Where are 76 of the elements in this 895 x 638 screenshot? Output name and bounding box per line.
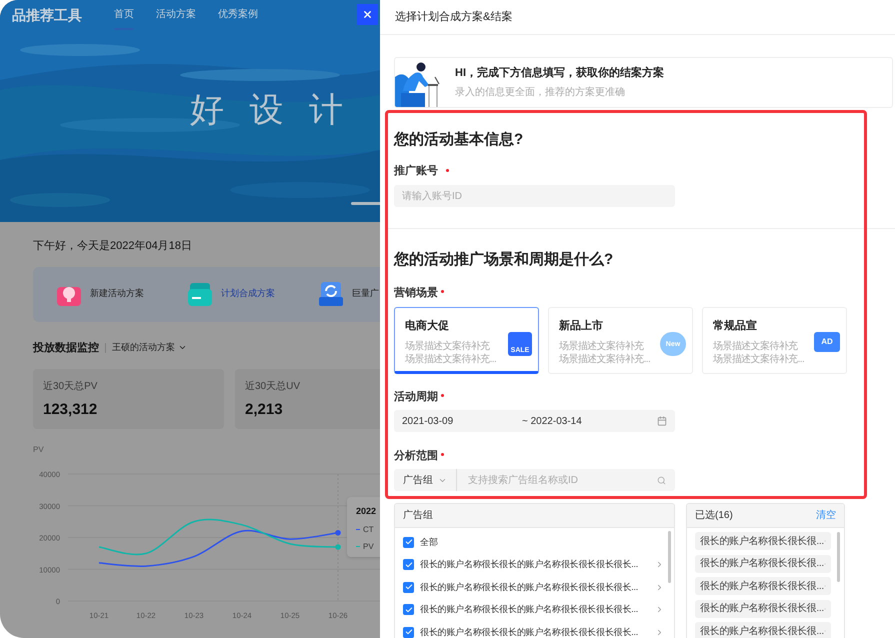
checkbox[interactable] [403,559,414,570]
banner-title: HI，完成下方信息填写，获取你的结案方案 [455,65,664,82]
scene-title: 常规品宣 [713,318,758,334]
scroll-thumb[interactable] [837,532,840,582]
range-type-select[interactable]: 广告组 [394,469,457,491]
item-label: 很长的账户名称很长很长的账户名称很长很长很长很长... [420,626,640,638]
checkbox[interactable] [403,604,414,616]
panel-title: 已选(16) [695,508,733,523]
field-label: 分析范围 [394,448,438,464]
section-title: 投放数据监控 [33,340,99,356]
selected-tag: 很长的账户名称很长很长很... [695,600,831,618]
scene-description: 场景描述文案待补充... [559,352,652,366]
calendar-icon [657,416,667,426]
greeting-text: 下午好，今天是2022年04月18日 [33,239,193,254]
field-label: 推广账号 [394,164,438,179]
item-label: 很长的账户名称很长很长的账户名称很长很长很长很长... [420,603,640,616]
range-search-field[interactable]: 支持搜索广告组名称或ID [457,469,675,491]
stat-label: 近30天总UV [245,380,302,394]
checkbox[interactable] [403,626,414,638]
field-label: 活动周期 [394,390,438,405]
account-input[interactable]: 请输入账号ID [394,185,675,207]
nav-tab[interactable]: 优秀案例 [218,0,258,30]
list-item[interactable]: 很长的账户名称很长很长的账户名称很长很长很长很长... [395,554,674,576]
data-point [335,544,341,550]
panel-title: 广告组 [403,508,433,523]
stat-value: 123,312 [43,400,98,420]
hero-title: 好 设 计 [190,93,352,127]
list-item[interactable]: 很长的账户名称很长很长的账户名称很长很长很长很长... [395,621,674,638]
scene-description: 场景描述文案待补充 [405,340,491,352]
item-label: 很长的账户名称很长很长的账户名称很长很长很长很长... [420,558,640,571]
nav-tab[interactable]: 活动方案 [156,0,196,30]
y-axis-label: PV [33,445,44,454]
data-point [335,530,341,536]
scene-title: 电商大促 [405,318,450,334]
section-heading: 您的活动推广场景和周期是什么? [394,251,614,269]
selected-tag: 很长的账户名称很长很长很... [695,532,831,550]
ad-screen-icon: AD [814,332,840,352]
scroll-thumb[interactable] [668,531,671,583]
stat-label: 近30天总PV [43,380,98,394]
selected-tag: 很长的账户名称很长很长很... [695,554,831,572]
end-date: ~ 2022-03-14 [522,414,583,428]
start-date: 2021-03-09 [402,414,454,428]
scene-description: 场景描述文案待补充... [713,352,806,366]
scene-description: 场景描述文案待补充 [713,340,799,352]
wallet-icon [187,281,213,307]
plan-selector[interactable]: 王硕的活动方案 [112,341,187,354]
scene-description: 场景描述文案待补充 [559,340,645,352]
banner-subtitle: 录入的信息更全面，推荐的方案更准确 [455,86,626,100]
brand-logo-text: 品推荐工具 [12,6,83,24]
item-label: 全部 [420,536,439,548]
selected-tag: 很长的账户名称很长很长很... [695,577,831,595]
stat-value: 2,213 [245,400,284,420]
tooltip-series-name: CT [363,524,374,536]
tooltip-series-name: PV [363,540,374,552]
refresh-box-icon [318,281,344,307]
selected-tag: 很长的账户名称很长很长很... [695,622,831,638]
list-item[interactable]: 很长的账户名称很长很长的账户名称很长很长很长很长... [395,598,674,621]
scene-description: 场景描述文案待补充... [405,352,498,366]
item-label: 很长的账户名称很长很长的账户名称很长很长很长很长... [420,580,640,594]
section-heading: 您的活动基本信息? [394,131,524,149]
scene-card[interactable]: 常规品宣 场景描述文案待补充 场景描述文案待补充... AD [702,307,847,374]
scene-title: 新品上市 [559,318,604,334]
list-item[interactable]: 全部 [395,531,674,554]
list-item[interactable]: 很长的账户名称很长很长的账户名称很长很长很长很长... [395,576,674,598]
carousel-indicator[interactable] [351,202,380,205]
checkbox[interactable] [403,582,414,593]
field-label: 营销场景 [394,286,438,301]
quick-action[interactable]: 新建活动方案 [56,281,187,307]
checkbox[interactable] [403,536,414,548]
close-button[interactable] [357,4,378,25]
search-icon [657,476,666,484]
date-range-field[interactable]: 2021-03-09 ~ 2022-03-14 [394,410,675,432]
drawer-title: 选择计划合成方案&结案 [395,10,512,25]
close-icon [362,9,373,20]
tooltip-title: 2022 [356,505,378,518]
nav-tab[interactable]: 首页 [114,0,134,30]
